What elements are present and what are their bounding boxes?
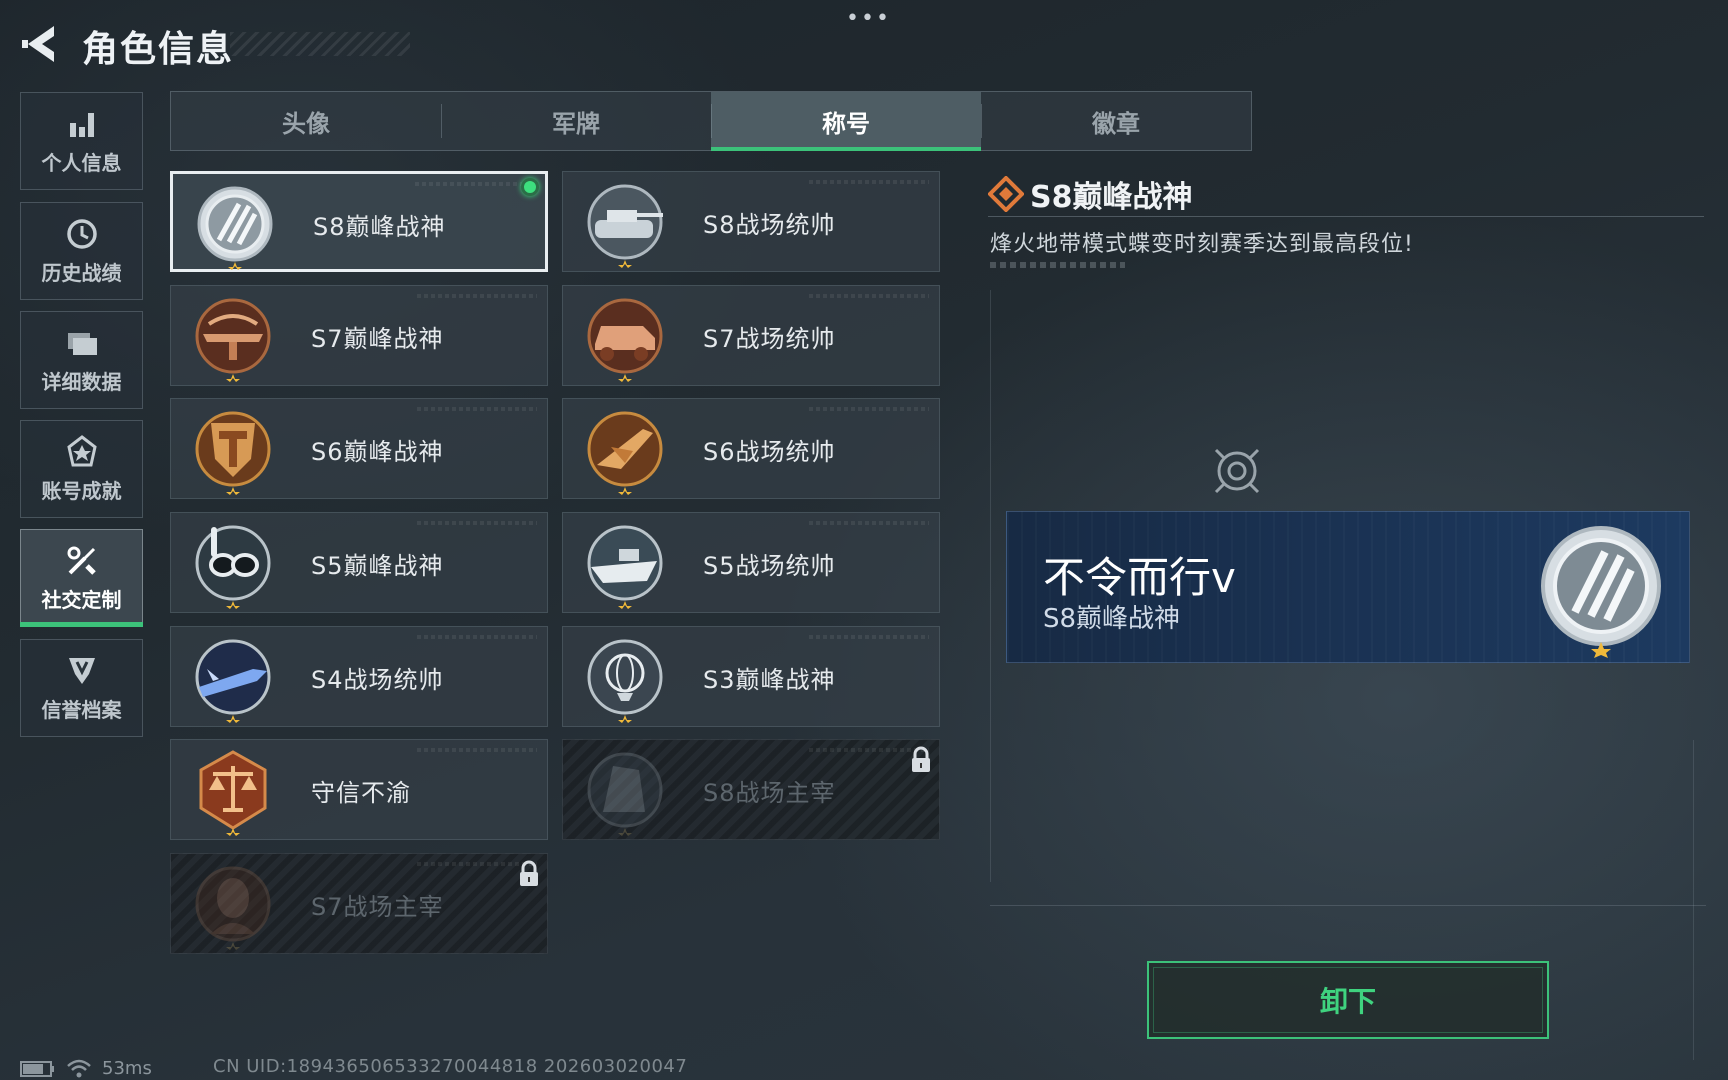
title-card-locked[interactable]: S8战场主宰 — [562, 739, 940, 840]
title-card[interactable]: S6巅峰战神 — [170, 398, 548, 499]
tab-bar: 头像 军牌 称号 徽章 — [170, 91, 1252, 151]
title-card[interactable]: S3巅峰战神 — [562, 626, 940, 727]
tab-avatar[interactable]: 头像 — [171, 92, 441, 150]
title-name: S8巅峰战神 — [313, 213, 446, 241]
detail-description: 烽火地带模式蝶变时刻赛季达到最高段位! — [990, 232, 1414, 257]
unequip-button[interactable]: 卸下 — [1147, 961, 1549, 1039]
frame-line — [990, 905, 1706, 906]
unequip-label: 卸下 — [1319, 985, 1376, 1018]
sidebar-item-label: 详细数据 — [41, 370, 122, 394]
sidebar-item-credit-record[interactable]: 信誉档案 — [20, 639, 143, 737]
title-name: S5巅峰战神 — [311, 552, 444, 580]
sidebar-item-label: 历史战绩 — [41, 261, 122, 285]
title-card[interactable]: S5战场统帅 — [562, 512, 940, 613]
sidebar-item-battle-history[interactable]: 历史战绩 — [20, 202, 143, 300]
title-card-locked[interactable]: S7战场主宰 — [170, 853, 548, 954]
tab-dog-tag[interactable]: 军牌 — [441, 92, 711, 150]
speedboat-emblem — [587, 525, 663, 609]
frame-line — [990, 290, 991, 882]
building-emblem — [587, 752, 663, 836]
preview-toggle-icon[interactable] — [1212, 446, 1262, 496]
s8-peak-emblem — [1541, 526, 1661, 658]
title-name: S8战场统帅 — [703, 211, 836, 239]
title-name: S6战场统帅 — [703, 438, 836, 466]
achievement-icon — [66, 435, 97, 467]
crossbow-emblem — [195, 298, 271, 382]
title-card[interactable]: S7巅峰战神 — [170, 285, 548, 386]
title-name: S8战场主宰 — [703, 779, 836, 807]
credit-shield-icon — [68, 658, 95, 684]
sidebar-item-label: 社交定制 — [41, 588, 122, 612]
preview-player-name: 不令而行v — [1043, 553, 1236, 602]
shield-t-emblem — [195, 411, 271, 495]
wifi-icon — [67, 1059, 91, 1078]
title-diamond-icon — [988, 176, 1024, 212]
header: 角色信息 ••• — [0, 0, 1728, 90]
history-icon — [66, 219, 97, 249]
preview-title: S8巅峰战神 — [1043, 604, 1181, 634]
sidebar-item-personal-info[interactable]: 个人信息 — [20, 92, 143, 190]
tank-emblem — [587, 184, 663, 268]
title-card[interactable]: 守信不渝 — [170, 739, 548, 840]
scales-emblem — [199, 750, 267, 836]
sidebar-item-label: 账号成就 — [41, 479, 122, 503]
back-arrow-icon[interactable] — [20, 22, 60, 66]
more-menu-button[interactable]: ••• — [846, 6, 891, 31]
title-name: S7巅峰战神 — [311, 325, 444, 353]
detail-divider — [988, 216, 1704, 217]
title-card[interactable]: S7战场统帅 — [562, 285, 940, 386]
title-card[interactable]: S6战场统帅 — [562, 398, 940, 499]
battery-icon — [20, 1061, 54, 1077]
title-card[interactable]: S8巅峰战神 — [170, 171, 548, 272]
sidebar-item-label: 信誉档案 — [41, 698, 122, 722]
diving-mask-emblem — [195, 525, 271, 609]
title-name: S4战场统帅 — [311, 666, 444, 694]
lock-icon — [520, 860, 538, 886]
sidebar-item-achievements[interactable]: 账号成就 — [20, 420, 143, 518]
soldier-emblem — [195, 866, 271, 950]
ping-value: 53ms — [102, 1057, 152, 1079]
title-name: 守信不渝 — [311, 779, 411, 807]
page-title: 角色信息 — [82, 29, 235, 70]
jet-emblem — [587, 411, 663, 495]
globe-emblem — [587, 639, 663, 723]
title-name: S7战场统帅 — [703, 325, 836, 353]
detail-decoration — [990, 262, 1125, 268]
tools-icon — [67, 546, 96, 575]
armored-vehicle-emblem — [587, 298, 663, 382]
title-card[interactable]: S4战场统帅 — [170, 626, 548, 727]
frame-line — [1693, 740, 1694, 1060]
status-bar: 53ms — [20, 1056, 152, 1080]
sidebar-item-social-custom[interactable]: 社交定制 — [20, 529, 143, 627]
lock-icon — [912, 746, 930, 772]
title-card[interactable]: S5巅峰战神 — [170, 512, 548, 613]
title-name: S5战场统帅 — [703, 552, 836, 580]
sidebar-item-detailed-data[interactable]: 详细数据 — [20, 311, 143, 409]
s8-peak-emblem — [197, 186, 273, 270]
missile-emblem — [195, 639, 271, 723]
equipped-indicator — [521, 178, 539, 196]
title-name: S3巅峰战神 — [703, 666, 836, 694]
tab-title[interactable]: 称号 — [711, 92, 981, 151]
title-name: S6巅峰战神 — [311, 438, 444, 466]
detail-title: S8巅峰战神 — [1030, 180, 1193, 215]
sidebar-item-label: 个人信息 — [41, 151, 122, 175]
folder-icon — [67, 333, 97, 355]
title-card[interactable]: S8战场统帅 — [562, 171, 940, 272]
title-name: S7战场主宰 — [311, 893, 444, 921]
title-decoration — [230, 32, 410, 56]
bar-chart-icon — [69, 113, 94, 137]
title-preview-banner: 不令而行v S8巅峰战神 — [1006, 511, 1690, 663]
tab-badge[interactable]: 徽章 — [981, 92, 1251, 150]
user-id: CN UID:189436506533270044818 20260302004… — [213, 1056, 688, 1077]
